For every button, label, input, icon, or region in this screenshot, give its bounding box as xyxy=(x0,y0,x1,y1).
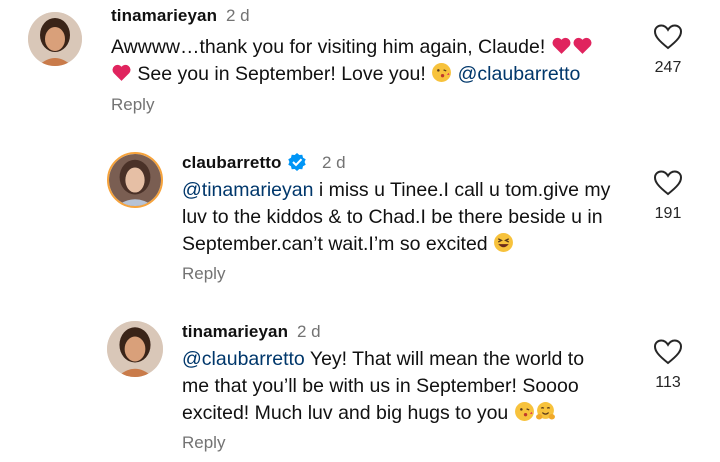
comment-text: @claubarretto Yey! That will mean the wo… xyxy=(182,346,642,427)
hugging-face-emoji-icon xyxy=(535,401,556,422)
red-heart-emoji-icon xyxy=(111,62,132,83)
comment-text-part: excited! Much luv and big hugs to you xyxy=(182,402,509,424)
comment-text-part: See you in September! Love you! xyxy=(137,63,426,85)
comment-username[interactable]: tinamarieyan xyxy=(111,6,217,26)
red-heart-emoji-icon xyxy=(551,35,572,56)
reply-button[interactable]: Reply xyxy=(111,95,154,115)
avatar[interactable] xyxy=(28,12,82,66)
reply-button[interactable]: Reply xyxy=(182,264,225,284)
like-count: 191 xyxy=(654,205,682,222)
like-count: 247 xyxy=(654,59,682,76)
claubarretto-avatar-icon xyxy=(109,154,161,206)
comment-text-part: luv to the kiddos & to Chad.I be there b… xyxy=(182,206,603,228)
comment-time: 2 d xyxy=(322,153,346,172)
comment-text-part: September.can’t wait.I’m so excited xyxy=(182,233,488,255)
laughing-face-emoji-icon xyxy=(493,232,514,253)
verified-badge-icon xyxy=(287,152,307,172)
comment-text: @tinamarieyan i miss u Tinee.I call u to… xyxy=(182,177,642,258)
reply-button[interactable]: Reply xyxy=(182,433,225,453)
comment-time: 2 d xyxy=(297,322,321,341)
comment-text-part: Awwww…thank you for visiting him again, … xyxy=(111,36,546,58)
comment-text-part: i miss u Tinee.I call u tom.give my xyxy=(313,179,611,201)
comment-text: Awwww…thank you for visiting him again, … xyxy=(111,34,631,88)
mention-link[interactable]: @claubarretto xyxy=(458,63,581,85)
comment-text-part: Yey! That will mean the world to xyxy=(304,348,585,370)
tinamarieyan-avatar-icon xyxy=(107,321,163,377)
comment-username[interactable]: claubarretto xyxy=(182,153,281,173)
like-heart-icon[interactable] xyxy=(653,23,683,51)
avatar[interactable] xyxy=(107,321,163,377)
avatar[interactable] xyxy=(107,152,163,208)
comment-username[interactable]: tinamarieyan xyxy=(182,322,288,342)
kissing-face-emoji-icon xyxy=(431,62,452,83)
like-count: 113 xyxy=(655,374,681,391)
tinamarieyan-avatar-icon xyxy=(28,12,82,66)
like-heart-icon[interactable] xyxy=(653,338,683,366)
comment-text-part: me that you’ll be with us in September! … xyxy=(182,375,579,397)
comment-time: 2 d xyxy=(226,6,250,25)
kissing-face-emoji-icon xyxy=(514,401,535,422)
mention-link[interactable]: @tinamarieyan xyxy=(182,179,313,201)
mention-link[interactable]: @claubarretto xyxy=(182,348,305,370)
red-heart-emoji-icon xyxy=(572,35,593,56)
like-heart-icon[interactable] xyxy=(653,169,683,197)
